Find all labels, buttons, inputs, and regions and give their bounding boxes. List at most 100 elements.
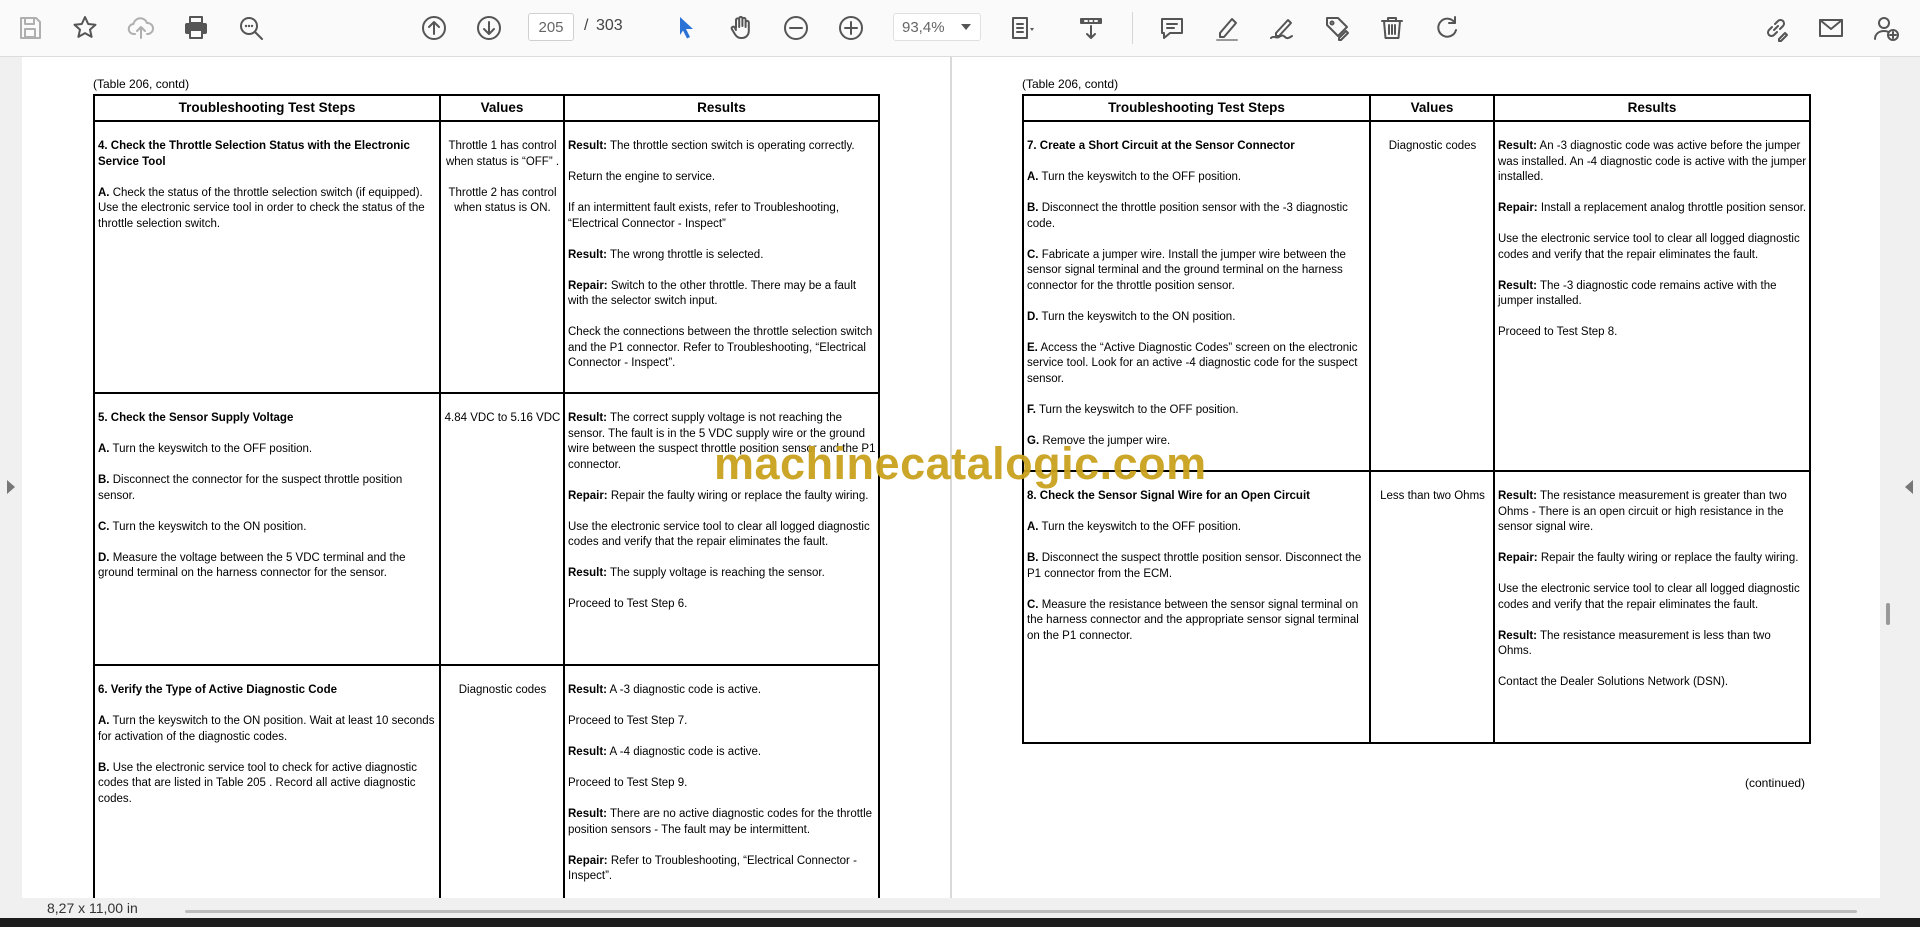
link-edit-button[interactable] — [1757, 9, 1795, 47]
step-text: Measure the resistance between the senso… — [1027, 598, 1359, 642]
step-instruction: A. Turn the keyswitch to the OFF positio… — [1027, 170, 1367, 186]
result-text: Repair the faulty wiring or replace the … — [1540, 552, 1799, 564]
result-text: The resistance measurement is less than … — [1498, 629, 1771, 658]
step-text: Check the status of the throttle selecti… — [98, 186, 425, 230]
result-text: The throttle section switch is operating… — [609, 140, 855, 152]
comment-icon — [1161, 18, 1183, 39]
test-step-cell: 5. Check the Sensor Supply Voltage A. Tur… — [93, 393, 441, 666]
result-entry: Use the electronic service tool to clear… — [568, 520, 876, 551]
step-instruction: F. Turn the keyswitch to the OFF positio… — [1027, 403, 1367, 419]
step-instruction: C. Measure the resistance between the se… — [1027, 598, 1367, 645]
value-text: Throttle 2 has control when status is ON… — [448, 186, 557, 215]
continued-note: (continued) — [1745, 776, 1806, 790]
result-label: Result: — [1498, 490, 1537, 502]
results-cell: Result: The resistance measurement is gr… — [1493, 471, 1811, 744]
values-cell: Less than two Ohms — [1369, 471, 1495, 744]
values-cell: Diagnostic codes — [1369, 121, 1495, 472]
add-user-button[interactable] — [1867, 9, 1905, 47]
result-entry: Result: The resistance measurement is gr… — [1498, 489, 1807, 536]
next-page-button[interactable] — [470, 9, 508, 47]
page-down-icon — [477, 16, 501, 40]
table-row: 6. Verify the Type of Active Diagnostic … — [93, 665, 880, 916]
step-letter: B. — [1027, 202, 1039, 214]
highlight-button[interactable] — [1208, 9, 1246, 47]
print-button[interactable] — [177, 9, 215, 47]
step-instruction: C. Fabricate a jumper wire. Install the … — [1027, 248, 1367, 295]
step-title: 5. Check the Sensor Supply Voltage — [98, 412, 294, 424]
chevron-down-icon — [961, 24, 971, 30]
horizontal-scrollbar[interactable] — [185, 910, 1857, 913]
right-panel-toggle-icon[interactable] — [1905, 480, 1913, 494]
value-text: Less than two Ohms — [1380, 490, 1485, 502]
table-row: 4. Check the Throttle Selection Status w… — [93, 121, 880, 394]
column-header: Values — [1369, 94, 1495, 122]
test-step-cell: 4. Check the Throttle Selection Status w… — [93, 121, 441, 394]
result-entry: Result: The -3 diagnostic code remains a… — [1498, 279, 1807, 310]
sign-icon — [1270, 19, 1293, 40]
watermark-text: machinecatalogic.com — [714, 438, 1207, 489]
zoom-in-button[interactable] — [832, 9, 870, 47]
upload-button[interactable] — [122, 9, 160, 47]
save-button[interactable] — [11, 9, 49, 47]
page-number-input[interactable] — [528, 13, 574, 41]
fit-page-button[interactable] — [1004, 9, 1042, 47]
result-label: Result: — [568, 567, 607, 579]
step-letter: C. — [1027, 248, 1039, 261]
toolbar-divider — [1132, 12, 1133, 44]
step-text: Turn the keyswitch to the OFF position. — [1041, 171, 1242, 183]
step-letter: B. — [1027, 552, 1039, 564]
result-entry: Repair: Switch to the other throttle. Th… — [568, 279, 876, 310]
comment-button[interactable] — [1153, 9, 1191, 47]
step-text: Turn the keyswitch to the ON position. — [112, 520, 307, 533]
result-label: Result: — [568, 808, 607, 820]
step-instruction: B. Disconnect the throttle position sens… — [1027, 201, 1367, 232]
delete-button[interactable] — [1373, 9, 1411, 47]
step-instruction: A. Check the status of the throttle sele… — [98, 186, 437, 233]
step-letter: F. — [1027, 403, 1036, 416]
edit-tag-icon — [1326, 17, 1349, 41]
step-letter: A. — [98, 443, 110, 455]
step-text: Measure the voltage between the 5 VDC te… — [98, 551, 406, 580]
vertical-scrollbar-thumb[interactable] — [1886, 603, 1890, 625]
result-entry: Result: An -3 diagnostic code was active… — [1498, 139, 1807, 186]
result-text: Use the electronic service tool to clear… — [1498, 583, 1800, 611]
step-text: Disconnect the suspect throttle position… — [1027, 552, 1362, 580]
step-letter: C. — [1027, 598, 1039, 611]
result-text: Proceed to Test Step 7. — [568, 715, 688, 727]
sign-button[interactable] — [1263, 9, 1301, 47]
results-cell: Result: An -3 diagnostic code was active… — [1493, 121, 1811, 472]
select-tool-button[interactable] — [667, 9, 705, 47]
find-button[interactable] — [232, 9, 270, 47]
result-label: Result: — [568, 412, 607, 424]
email-button[interactable] — [1812, 9, 1850, 47]
result-text: Switch to the other throttle. There may … — [568, 279, 857, 308]
hand-tool-button[interactable] — [722, 9, 760, 47]
step-text: Use the electronic service tool to check… — [98, 761, 417, 805]
rotate-button[interactable] — [1428, 9, 1466, 47]
step-letter: B. — [98, 474, 110, 486]
result-entry: Repair: Refer to Troubleshooting, “Elect… — [568, 854, 876, 885]
previous-page-button[interactable] — [415, 9, 453, 47]
result-label: Result: — [1498, 279, 1537, 292]
zoom-search-icon — [240, 17, 263, 40]
zoom-level-select[interactable]: 93,4% — [893, 13, 981, 41]
step-text: Turn the keyswitch to the OFF position. — [1041, 521, 1242, 533]
hand-pan-icon — [730, 15, 750, 39]
step-text: Turn the keyswitch to the ON position. — [1041, 310, 1236, 323]
page-size-label: 8,27 x 11,00 in — [47, 900, 138, 916]
left-panel-toggle-icon[interactable] — [7, 480, 15, 494]
zoom-out-button[interactable] — [777, 9, 815, 47]
table-caption: (Table 206, contd) — [1022, 77, 1119, 91]
result-entry: Use the electronic service tool to clear… — [1498, 582, 1807, 613]
step-title: 4. Check the Throttle Selection Status w… — [98, 140, 410, 168]
result-text: The wrong throttle is selected. — [609, 248, 764, 261]
result-entry: Use the electronic service tool to clear… — [1498, 232, 1807, 263]
edit-tag-button[interactable] — [1318, 9, 1356, 47]
results-cell: Result: The correct supply voltage is no… — [563, 393, 880, 666]
result-text: The resistance measurement is greater th… — [1498, 490, 1787, 533]
result-label: Repair: — [1498, 202, 1538, 214]
scroll-mode-icon — [1080, 18, 1102, 39]
bookmark-button[interactable] — [66, 9, 104, 47]
scroll-mode-button[interactable] — [1072, 9, 1110, 47]
values-cell: Diagnostic codes — [439, 665, 565, 916]
